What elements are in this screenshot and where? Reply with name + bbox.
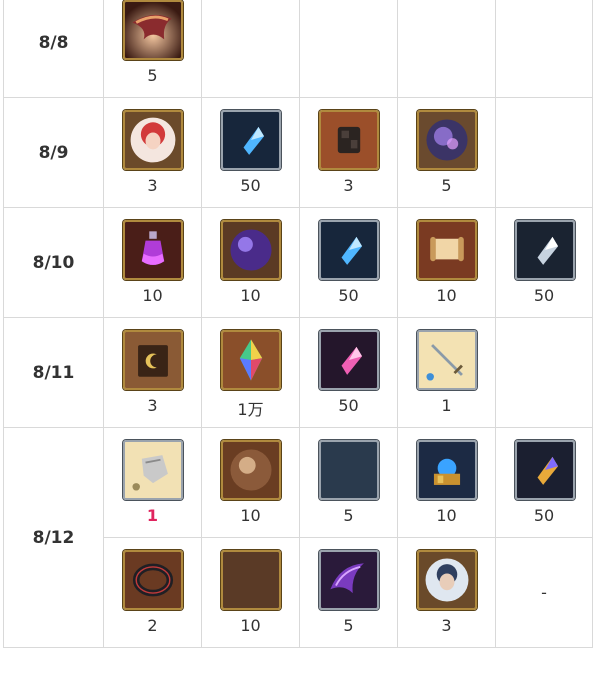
item-quantity: 1万 (237, 400, 264, 419)
amber-orb-icon[interactable] (221, 440, 281, 500)
table-row: 8/10 10 10 50 10 50 (3, 208, 593, 318)
item-quantity: 10 (240, 286, 261, 305)
item-cell: 3 (397, 538, 495, 648)
item-quantity: 3 (147, 176, 158, 195)
item-quantity: 50 (338, 396, 359, 415)
item-cell: 1 (397, 318, 495, 428)
item-quantity: 10 (240, 506, 261, 525)
item-quantity: 10 (240, 616, 261, 635)
blue-crystal-shard-icon[interactable] (319, 220, 379, 280)
silver-crystal-shard-icon[interactable] (515, 220, 575, 280)
gauntlet-weapon-icon[interactable] (123, 440, 183, 500)
date-label: 8/10 (3, 208, 103, 318)
item-cell: 3 (103, 98, 201, 208)
item-cell (299, 0, 397, 98)
item-cell: 10 (201, 538, 299, 648)
moon-tome-icon[interactable] (123, 330, 183, 390)
item-cell (397, 0, 495, 98)
item-cell: 1 (103, 428, 201, 538)
golden-treasure-icon[interactable] (417, 440, 477, 500)
horn-icon[interactable] (123, 0, 183, 60)
item-cell: 10 (397, 428, 495, 538)
item-cell: 5 (397, 98, 495, 208)
item-quantity: 5 (343, 616, 354, 635)
item-cell (495, 98, 593, 208)
red-hair-character-orb-icon[interactable] (123, 110, 183, 170)
table-row: 8/8 5 (3, 0, 593, 98)
dark-character-orb-icon[interactable] (417, 550, 477, 610)
gold-crystal-shard-icon[interactable] (515, 440, 575, 500)
item-quantity: 1 (146, 506, 159, 525)
scroll-icon[interactable] (417, 220, 477, 280)
dark-ore-icon[interactable] (319, 110, 379, 170)
item-cell: 3 (299, 98, 397, 208)
item-quantity: 3 (147, 396, 158, 415)
date-label: 8/8 (3, 0, 103, 98)
item-quantity: 1 (441, 396, 452, 415)
item-quantity: 10 (436, 286, 457, 305)
item-cell: 5 (103, 0, 201, 98)
item-cell: 10 (103, 208, 201, 318)
item-cell: 5 (299, 428, 397, 538)
item-cell (495, 0, 593, 98)
item-cell (495, 318, 593, 428)
sword-weapon-icon[interactable] (417, 330, 477, 390)
item-cell: 2 (103, 538, 201, 648)
item-quantity: 5 (441, 176, 452, 195)
item-quantity: 10 (436, 506, 457, 525)
item-quantity: 50 (533, 286, 555, 305)
item-quantity: 3 (343, 176, 354, 195)
date-label: 8/12 (3, 428, 103, 648)
table-row: 8/9 3 50 3 5 (3, 98, 593, 208)
item-cell (201, 0, 299, 98)
item-cell: 1万 (201, 318, 299, 428)
date-label: 8/9 (3, 98, 103, 208)
item-cell: 50 (495, 428, 593, 538)
black-ring-icon[interactable] (123, 550, 183, 610)
dark-horn-icon[interactable] (319, 550, 379, 610)
cosmic-orb-icon[interactable] (417, 110, 477, 170)
purple-potion-icon[interactable] (123, 220, 183, 280)
item-cell: 50 (201, 98, 299, 208)
item-quantity: 5 (147, 66, 158, 85)
item-cell: - (495, 538, 593, 648)
empty-dash: - (541, 583, 547, 602)
blue-crystal-shard-icon[interactable] (221, 110, 281, 170)
silver-crescent-moon-icon[interactable] (319, 440, 379, 500)
item-quantity: 5 (343, 506, 354, 525)
item-cell: 50 (299, 318, 397, 428)
table-row: 8/12 1 10 5 10 50 2 10 5 3 - (3, 428, 593, 648)
rainbow-crystal-icon[interactable] (221, 330, 281, 390)
item-cell: 5 (299, 538, 397, 648)
item-cell: 10 (201, 208, 299, 318)
item-quantity: 50 (240, 176, 261, 195)
item-quantity: 10 (142, 286, 163, 305)
item-cell: 50 (495, 208, 593, 318)
item-cell: 3 (103, 318, 201, 428)
item-cell: 10 (201, 428, 299, 538)
pink-crystal-shard-icon[interactable] (319, 330, 379, 390)
item-quantity: 50 (338, 286, 359, 305)
item-cell: 10 (397, 208, 495, 318)
purple-orb-icon[interactable] (221, 220, 281, 280)
date-label: 8/11 (3, 318, 103, 428)
table-row: 8/11 3 1万 50 1 (3, 318, 593, 428)
item-quantity: 2 (147, 616, 158, 635)
item-quantity: 3 (441, 616, 452, 635)
item-quantity: 50 (533, 506, 555, 525)
bronze-crescent-moon-icon[interactable] (221, 550, 281, 610)
item-schedule-table: 8/8 5 8/9 3 50 3 5 8/10 10 10 50 10 50 8/11 3 1万 50 1 8/1… (3, 0, 593, 648)
item-cell: 50 (299, 208, 397, 318)
